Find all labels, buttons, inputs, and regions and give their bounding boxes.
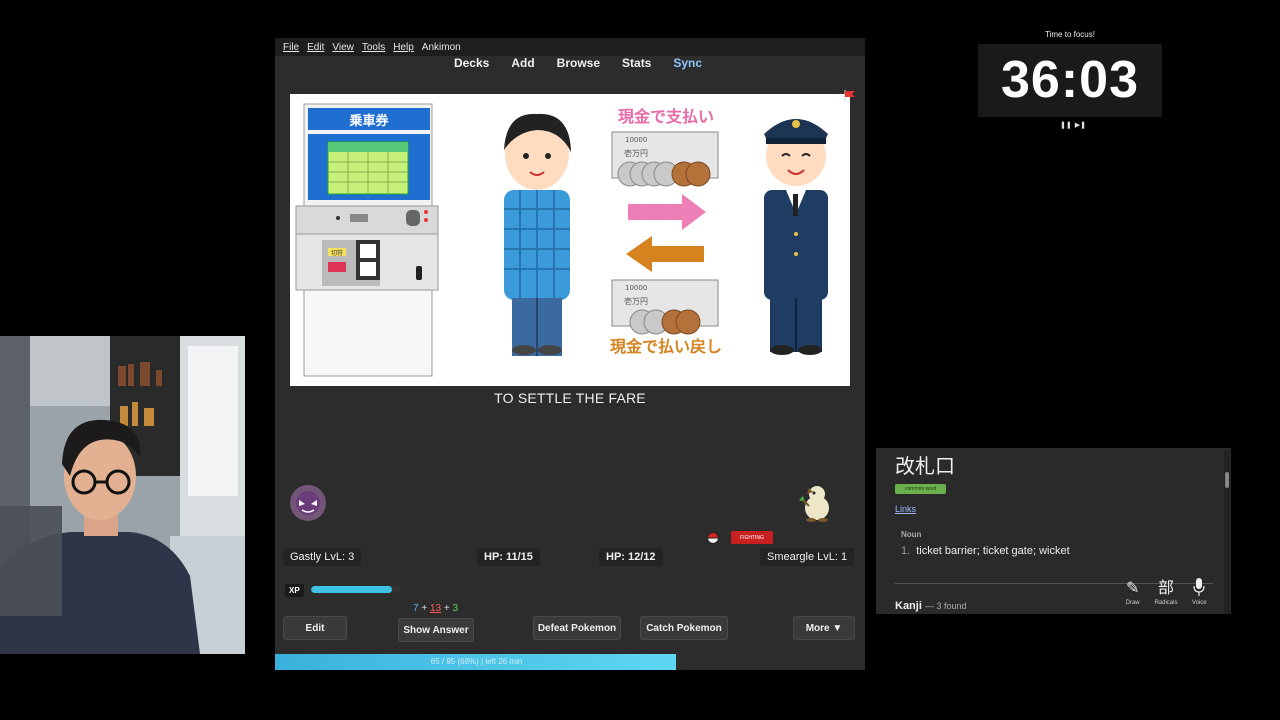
defeat-pokemon-button[interactable]: Defeat Pokemon xyxy=(533,616,621,640)
focus-timer: 36:03 xyxy=(978,44,1162,117)
red-flag-icon[interactable] xyxy=(844,90,856,102)
menu-file[interactable]: File xyxy=(283,42,299,53)
menu-view[interactable]: View xyxy=(332,42,354,53)
edit-button[interactable]: Edit xyxy=(283,616,347,640)
xp-bar xyxy=(311,586,401,593)
status-badge: FIGHTING xyxy=(731,531,773,544)
xp-label: XP xyxy=(285,584,304,597)
svg-text:10000: 10000 xyxy=(625,136,647,144)
draw-icon: ✎ xyxy=(1125,580,1140,597)
dictionary-panel: 改札口 common word Links Noun 1. ticket barr… xyxy=(876,448,1231,614)
menu-edit[interactable]: Edit xyxy=(307,42,324,53)
ticket-label: 切符 xyxy=(331,249,343,257)
definition: 1. ticket barrier; ticket gate; wicket xyxy=(901,545,1070,557)
kanji-section-title: Kanji — 3 found xyxy=(895,600,967,612)
fare-illustration: 乗車券 切符 現金で支払い 10000 壱万円 10000 壱万円 現金で払い戻… xyxy=(295,103,828,377)
show-answer-button[interactable]: Show Answer xyxy=(398,618,474,642)
svg-text:壱万円: 壱万円 xyxy=(624,296,648,306)
webcam-image xyxy=(0,336,245,654)
cash-pay-money: 10000 壱万円 xyxy=(611,131,719,187)
plus-sign: + xyxy=(421,603,428,614)
new-count: 7 xyxy=(413,603,419,614)
sync-link[interactable]: Sync xyxy=(673,56,702,78)
catch-pokemon-button[interactable]: Catch Pokemon xyxy=(640,616,728,640)
browse-link[interactable]: Browse xyxy=(557,56,600,78)
learn-count: 13 xyxy=(429,603,442,614)
ticket-sign: 乗車券 xyxy=(348,113,389,129)
card-answer-text: TO SETTLE THE FARE xyxy=(494,390,646,406)
svg-text:壱万円: 壱万円 xyxy=(624,148,648,158)
menu-tools[interactable]: Tools xyxy=(362,42,385,53)
stats-link[interactable]: Stats xyxy=(622,56,651,78)
timer-controls: ❚❚ ▶❚ xyxy=(1060,121,1086,129)
radicals-button[interactable]: 部 Radicals xyxy=(1151,578,1181,606)
radicals-label: Radicals xyxy=(1154,600,1178,606)
timer-value: 36:03 xyxy=(1001,51,1139,109)
draw-button[interactable]: ✎ Draw xyxy=(1118,578,1148,606)
refund-cash-label: 現金で払い戻し xyxy=(610,337,722,356)
skip-icon[interactable]: ▶❚ xyxy=(1075,121,1086,129)
pokeball-icon xyxy=(707,532,719,544)
xp-bar-fill xyxy=(311,586,392,593)
kanji-label: Kanji xyxy=(895,600,922,612)
customer-figure xyxy=(504,113,571,356)
svg-text:10000: 10000 xyxy=(625,284,647,292)
enemy-hp-label: HP: 12/12 xyxy=(599,548,663,566)
top-toolbar: Decks Add Browse Stats Sync xyxy=(275,56,865,78)
more-button[interactable]: More ▼ xyxy=(793,616,855,640)
anki-window: File Edit View Tools Help Ankimon Decks … xyxy=(275,38,865,670)
scrollbar-thumb[interactable] xyxy=(1225,472,1229,488)
card-illustration: 乗車券 切符 現金で支払い 10000 壱万円 10000 壱万円 現金で払い戻… xyxy=(290,94,850,386)
ticket-machine: 乗車券 切符 xyxy=(295,103,439,377)
gastly-sprite xyxy=(290,485,326,521)
dictionary-scrollbar[interactable] xyxy=(1224,450,1230,614)
player-pokemon-label: Gastly LvL: 3 xyxy=(283,548,362,566)
progress-text: 65 / 95 (68%) | left 26 min xyxy=(430,657,523,666)
part-of-speech: Noun xyxy=(901,530,922,539)
station-staff-figure xyxy=(764,119,828,355)
smeargle-sprite xyxy=(799,486,829,522)
pause-icon[interactable]: ❚❚ xyxy=(1060,121,1072,129)
links-link[interactable]: Links xyxy=(895,504,916,514)
dictionary-tools: ✎ Draw 部 Radicals Voice xyxy=(1116,578,1216,614)
pay-arrow xyxy=(628,194,706,230)
webcam-feed xyxy=(0,336,245,654)
radicals-icon: 部 xyxy=(1157,580,1174,597)
voice-icon xyxy=(1184,578,1214,600)
refund-arrow xyxy=(626,236,704,272)
draw-label: Draw xyxy=(1125,600,1140,606)
definition-text: ticket barrier; ticket gate; wicket xyxy=(916,545,1070,557)
definition-number: 1. xyxy=(901,545,911,557)
player-hp-label: HP: 11/15 xyxy=(477,548,540,566)
cash-refund-money: 10000 壱万円 xyxy=(611,279,719,335)
plus-sign: + xyxy=(443,603,450,614)
pay-cash-label: 現金で支払い xyxy=(618,107,714,126)
review-count: 3 xyxy=(452,603,459,614)
timer-caption: Time to focus! xyxy=(1045,30,1095,39)
voice-button[interactable]: Voice xyxy=(1184,578,1214,606)
add-link[interactable]: Add xyxy=(511,56,534,78)
decks-link[interactable]: Decks xyxy=(454,56,489,78)
screen: File Edit View Tools Help Ankimon Decks … xyxy=(0,0,1280,720)
dictionary-word: 改札口 xyxy=(895,456,955,478)
common-word-tag: common word xyxy=(895,484,947,494)
menu-bar: File Edit View Tools Help Ankimon xyxy=(275,38,865,56)
menu-help[interactable]: Help xyxy=(393,42,414,53)
enemy-pokemon-label: Smeargle LvL: 1 xyxy=(760,548,855,566)
voice-label: Voice xyxy=(1191,600,1207,606)
progress-bar: 65 / 95 (68%) | left 26 min xyxy=(275,654,865,670)
kanji-count: — 3 found xyxy=(924,601,967,611)
menu-ankimon[interactable]: Ankimon xyxy=(422,42,461,53)
due-counts: 7 + 13 + 3 xyxy=(413,603,458,614)
